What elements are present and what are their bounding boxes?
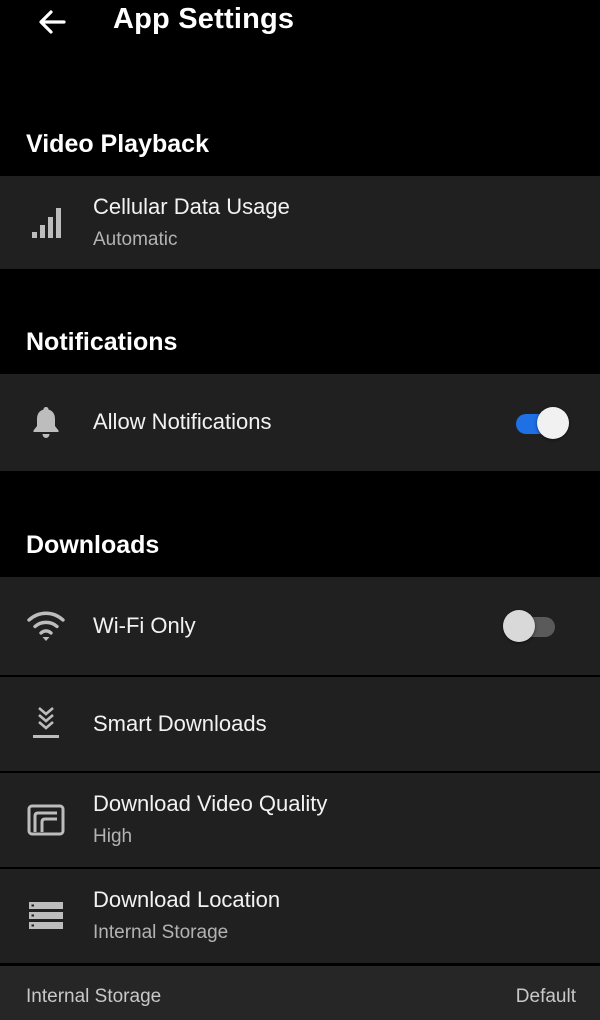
back-button[interactable] (32, 2, 72, 42)
wifi-icon (26, 606, 66, 646)
bell-icon (26, 402, 66, 442)
allow-notifications-toggle[interactable] (516, 406, 570, 440)
allow-notifications-label: Allow Notifications (93, 409, 272, 434)
download-location-value: Internal Storage (93, 922, 229, 943)
storage-footer: Internal Storage Default (0, 966, 600, 1020)
cellular-data-usage-label: Cellular Data Usage (93, 194, 290, 219)
download-location-row[interactable]: Download Location Internal Storage (0, 869, 600, 963)
download-video-quality-label: Download Video Quality (93, 791, 328, 816)
allow-notifications-row[interactable]: Allow Notifications (0, 374, 600, 471)
toggle-thumb (503, 610, 535, 642)
smart-downloads-label: Smart Downloads (93, 711, 267, 736)
wifi-only-row[interactable]: Wi-Fi Only (0, 577, 600, 675)
storage-name: Internal Storage (26, 986, 162, 1007)
wifi-only-label: Wi-Fi Only (93, 613, 196, 638)
wifi-only-toggle[interactable] (503, 609, 557, 643)
smart-downloads-row[interactable]: Smart Downloads (0, 677, 600, 771)
video-quality-icon (26, 800, 66, 840)
download-location-label: Download Location (93, 887, 281, 912)
cellular-data-usage-row[interactable]: Cellular Data Usage Automatic (0, 176, 600, 269)
page-title: App Settings (113, 3, 295, 35)
smart-downloads-icon (26, 703, 66, 743)
cellular-data-usage-value: Automatic (93, 229, 178, 250)
download-video-quality-row[interactable]: Download Video Quality High (0, 773, 600, 867)
top-app-bar: App Settings (0, 0, 600, 44)
download-video-quality-value: High (93, 826, 133, 847)
section-title-video-playback: Video Playback (26, 130, 209, 158)
storage-icon (26, 896, 66, 936)
signal-bars-icon (26, 202, 66, 242)
storage-default-label: Default (515, 986, 576, 1007)
arrow-left-icon (39, 10, 66, 34)
section-title-notifications: Notifications (26, 328, 178, 356)
section-title-downloads: Downloads (26, 531, 160, 559)
toggle-thumb (537, 407, 569, 439)
